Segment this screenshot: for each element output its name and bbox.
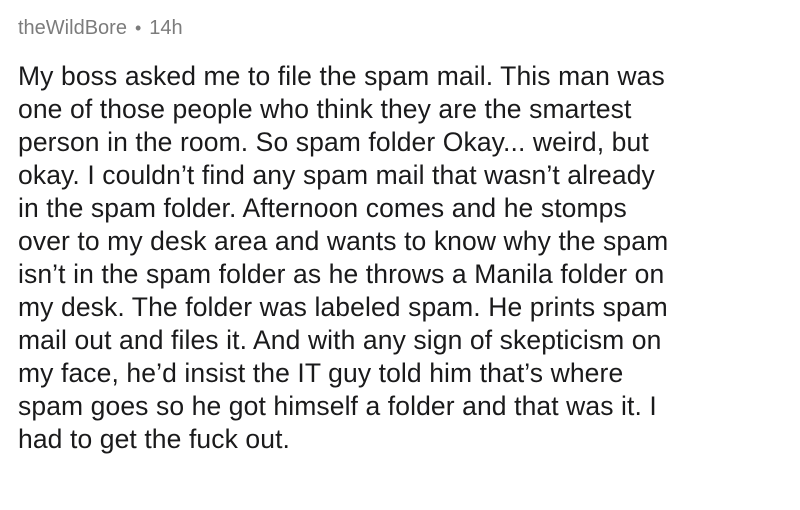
comment-body-line: my desk. The folder was labeled spam. He… [18,292,668,322]
comment-body: My boss asked me to file the spam mail. … [18,60,788,456]
comment-body-line: spam goes so he got himself a folder and… [18,391,657,421]
comment-body-line: okay. I couldn’t find any spam mail that… [18,160,655,190]
comment-body-line: over to my desk area and wants to know w… [18,226,669,256]
username-link[interactable]: theWildBore [18,14,127,42]
comment: theWildBore • 14h My boss asked me to fi… [18,14,788,456]
comment-body-line: one of those people who think they are t… [18,94,632,124]
comment-body-line: my face, he’d insist the IT guy told him… [18,358,624,388]
comment-body-line: had to get the fuck out. [18,424,291,454]
comment-body-line: isn’t in the spam folder as he throws a … [18,259,665,289]
comment-body-line: My boss asked me to file the spam mail. … [18,61,665,91]
comment-body-line: mail out and files it. And with any sign… [18,325,662,355]
comment-meta: theWildBore • 14h [18,14,788,42]
meta-separator: • [134,18,142,38]
comment-body-line: in the spam folder. Afternoon comes and … [18,193,627,223]
timestamp: 14h [149,17,183,39]
comment-body-line: person in the room. So spam folder Okay.… [18,127,649,157]
